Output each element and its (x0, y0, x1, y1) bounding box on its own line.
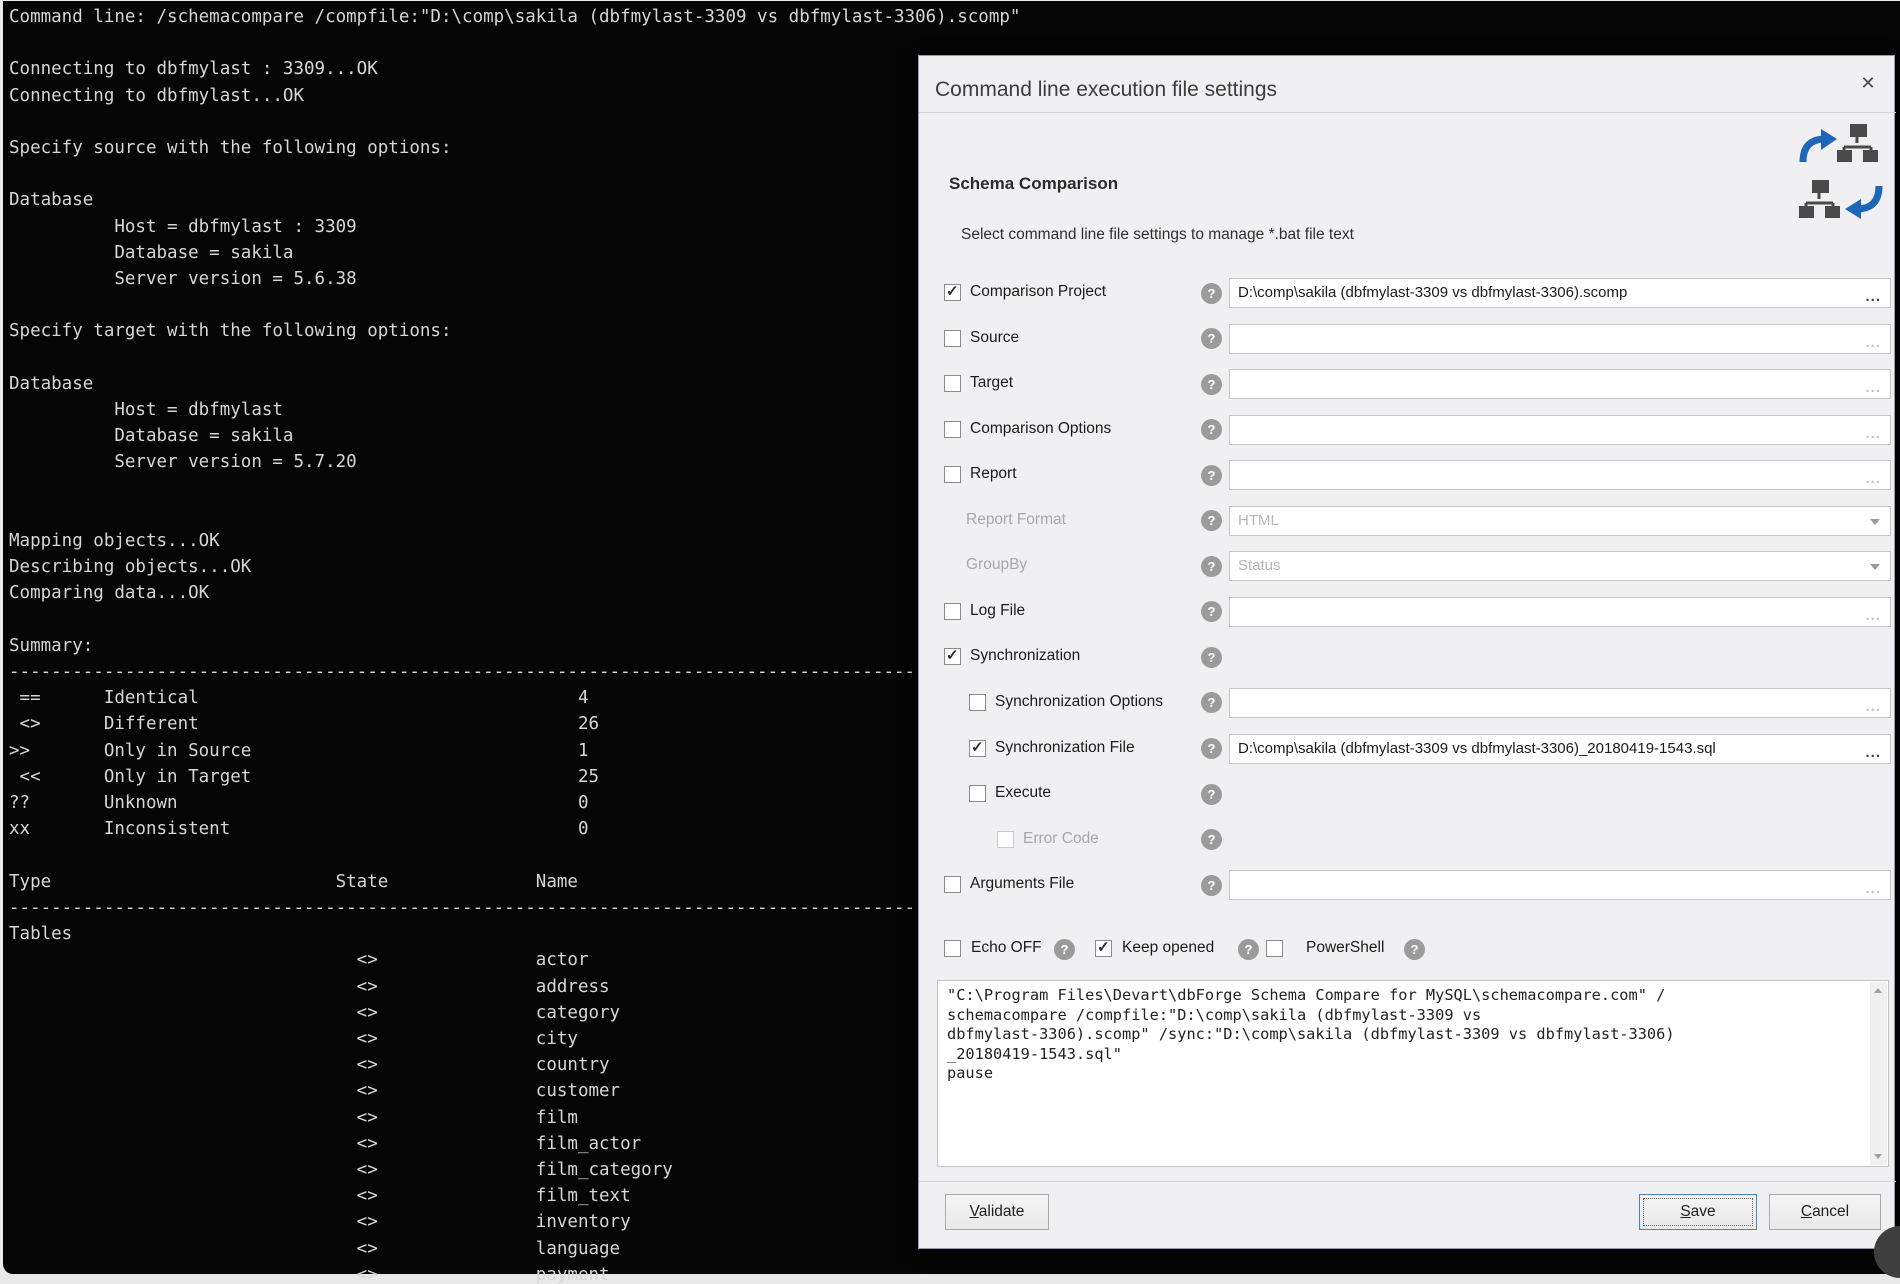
help-icon-report-format[interactable] (1201, 510, 1222, 531)
combo-report-format[interactable]: HTML (1229, 506, 1891, 536)
help-icon-target[interactable] (1201, 374, 1222, 395)
input-comparison-project[interactable]: D:\comp\sakila (dbfmylast-3309 vs dbfmyl… (1229, 278, 1891, 308)
footer-separator (919, 1181, 1896, 1182)
label-error-code: Error Code (1023, 830, 1099, 848)
label-arguments-file: Arguments File (970, 875, 1074, 893)
label-log-file: Log File (970, 602, 1025, 620)
label-groupby: GroupBy (966, 556, 1027, 574)
chevron-down-icon (1870, 519, 1880, 525)
browse-ellipsis-icon: ... (1865, 607, 1881, 624)
input-report[interactable]: ... (1229, 460, 1891, 490)
browse-ellipsis-icon: ... (1865, 698, 1881, 715)
screen-frame: Command line: /schemacompare /compfile:"… (0, 0, 1900, 1284)
checkbox-synchronization-options[interactable] (969, 694, 986, 711)
label-comparison-options: Comparison Options (970, 420, 1111, 438)
combo-groupby[interactable]: Status (1229, 551, 1891, 581)
label-keep-opened: Keep opened (1122, 939, 1214, 957)
title-separator (919, 112, 1896, 113)
value-synchronization-file: D:\comp\sakila (dbfmylast-3309 vs dbfmyl… (1238, 735, 1716, 763)
input-synchronization-options[interactable]: ... (1229, 688, 1891, 718)
checkbox-keep-opened[interactable] (1095, 940, 1112, 957)
input-log-file[interactable]: ... (1229, 597, 1891, 627)
label-synchronization-options: Synchronization Options (995, 693, 1163, 711)
help-icon-source[interactable] (1201, 328, 1222, 349)
value-report-format: HTML (1238, 507, 1279, 535)
help-icon-synchronization[interactable] (1201, 647, 1222, 668)
bat-file-text-box[interactable]: "C:\Program Files\Devart\dbForge Schema … (937, 980, 1889, 1167)
scroll-down-icon[interactable] (1870, 1148, 1887, 1165)
label-comparison-project: Comparison Project (970, 283, 1106, 301)
browse-ellipsis-icon: ... (1865, 880, 1881, 897)
label-target: Target (970, 374, 1013, 392)
checkbox-synchronization-file[interactable] (969, 740, 986, 757)
help-icon-comparison-options[interactable] (1201, 419, 1222, 440)
scroll-up-icon[interactable] (1870, 982, 1887, 999)
help-icon-log-file[interactable] (1201, 601, 1222, 622)
label-source: Source (970, 329, 1019, 347)
checkbox-log-file[interactable] (944, 603, 961, 620)
help-icon-keep-opened[interactable] (1238, 939, 1259, 960)
checkbox-target[interactable] (944, 375, 961, 392)
checkbox-report[interactable] (944, 466, 961, 483)
close-icon[interactable]: ✕ (1855, 70, 1881, 96)
validate-button[interactable]: Validate (945, 1194, 1049, 1230)
browse-ellipsis-icon: ... (1865, 470, 1881, 487)
checkbox-arguments-file[interactable] (944, 876, 961, 893)
help-icon-comparison-project[interactable] (1201, 283, 1222, 304)
label-synchronization-file: Synchronization File (995, 739, 1135, 757)
browse-ellipsis-icon: ... (1865, 334, 1881, 351)
section-subtitle: Select command line file settings to man… (961, 226, 1354, 244)
browse-ellipsis-icon: ... (1865, 288, 1881, 305)
label-report: Report (970, 465, 1017, 483)
checkbox-comparison-options[interactable] (944, 421, 961, 438)
label-echo-off: Echo OFF (971, 939, 1042, 957)
label-report-format: Report Format (966, 511, 1066, 529)
cancel-button[interactable]: Cancel (1769, 1194, 1881, 1230)
command-line-settings-dialog: Command line execution file settings ✕ S… (918, 55, 1895, 1249)
value-groupby: Status (1238, 552, 1281, 580)
checkbox-execute[interactable] (969, 785, 986, 802)
help-icon-error-code[interactable] (1201, 829, 1222, 850)
value-comparison-project: D:\comp\sakila (dbfmylast-3309 vs dbfmyl… (1238, 279, 1627, 307)
section-title: Schema Comparison (949, 174, 1118, 194)
scrollbar[interactable] (1870, 982, 1887, 1165)
browse-ellipsis-icon: ... (1865, 744, 1881, 761)
bat-file-text: "C:\Program Files\Devart\dbForge Schema … (947, 986, 1675, 1084)
input-synchronization-file[interactable]: D:\comp\sakila (dbfmylast-3309 vs dbfmyl… (1229, 734, 1891, 764)
checkbox-powershell[interactable] (1266, 940, 1283, 957)
dialog-title: Command line execution file settings (935, 78, 1277, 102)
label-synchronization: Synchronization (970, 647, 1080, 665)
browse-ellipsis-icon: ... (1865, 425, 1881, 442)
checkbox-synchronization[interactable] (944, 648, 961, 665)
checkbox-source[interactable] (944, 330, 961, 347)
label-execute: Execute (995, 784, 1051, 802)
save-button[interactable]: Save (1639, 1194, 1757, 1230)
checkbox-echo-off[interactable] (944, 940, 961, 957)
help-icon-synchronization-file[interactable] (1201, 738, 1222, 759)
label-powershell: PowerShell (1306, 939, 1384, 957)
help-icon-echo-off[interactable] (1054, 939, 1075, 960)
schema-compare-icon (1797, 122, 1885, 226)
help-icon-execute[interactable] (1201, 784, 1222, 805)
help-icon-synchronization-options[interactable] (1201, 692, 1222, 713)
input-comparison-options[interactable]: ... (1229, 415, 1891, 445)
checkbox-comparison-project[interactable] (944, 284, 961, 301)
checkbox-error-code[interactable] (997, 831, 1014, 848)
help-icon-arguments-file[interactable] (1201, 875, 1222, 896)
chevron-down-icon (1870, 564, 1880, 570)
input-arguments-file[interactable]: ... (1229, 870, 1891, 900)
console-output: Command line: /schemacompare /compfile:"… (9, 4, 1020, 1284)
help-icon-groupby[interactable] (1201, 556, 1222, 577)
browse-ellipsis-icon: ... (1865, 379, 1881, 396)
help-icon-report[interactable] (1201, 465, 1222, 486)
help-icon-powershell[interactable] (1404, 939, 1425, 960)
input-target[interactable]: ... (1229, 369, 1891, 399)
input-source[interactable]: ... (1229, 324, 1891, 354)
